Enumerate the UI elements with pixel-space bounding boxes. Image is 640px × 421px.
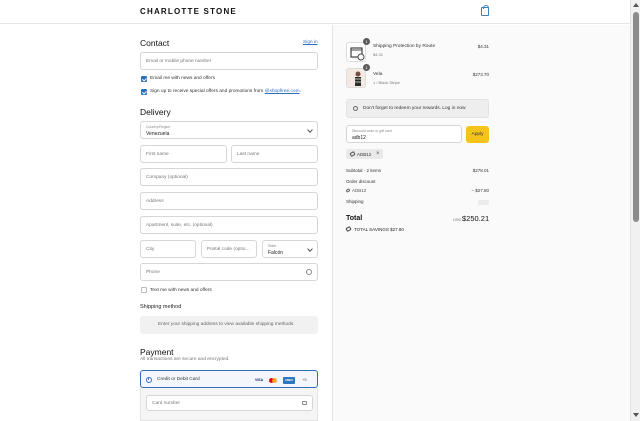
scroll-thumb[interactable] <box>633 12 639 222</box>
country-label: Country/Region <box>146 124 171 129</box>
postal-code-field[interactable]: Postal code (optio… <box>201 240 257 258</box>
first-name-field[interactable]: First name <box>140 145 227 163</box>
sign-in-link[interactable]: Sign in <box>303 40 318 45</box>
shipping-value-placeholder <box>478 200 489 205</box>
company-placeholder: Company (optional) <box>146 174 188 180</box>
discount-code-field[interactable]: Discount code or gift card adb12 <box>346 125 462 143</box>
card-number-field[interactable]: Card number <box>146 395 313 411</box>
text-news-checkbox[interactable] <box>141 287 147 293</box>
mastercard-icon <box>269 377 277 383</box>
savings-value: $27.80 <box>390 227 404 232</box>
rewards-notice: Don't forget to redeem your rewards. Log… <box>346 99 489 118</box>
email-news-checkbox[interactable] <box>141 76 147 82</box>
item-name: Vela <box>373 72 383 77</box>
last-name-placeholder: Last name <box>237 151 260 157</box>
shipping-method-info: Enter your shipping address to view avai… <box>140 316 318 334</box>
apartment-field[interactable]: Apartment, suite, etc. (optional) <box>140 216 318 234</box>
email-placeholder: Email or mobile phone number <box>146 58 212 64</box>
postal-placeholder: Postal code (optio… <box>207 246 251 252</box>
order-discount-label: Order discount <box>346 179 376 184</box>
savings-label: TOTAL SAVINGS <box>354 227 389 232</box>
phone-placeholder: Phone <box>146 269 160 275</box>
product-photo <box>347 69 365 87</box>
visa-icon: VISA <box>255 378 264 382</box>
scroll-down-arrow-icon[interactable] <box>633 413 639 417</box>
total-value: $250.21 <box>462 214 490 223</box>
company-field[interactable]: Company (optional) <box>140 168 318 186</box>
text-news-label: Text me with news and offers <box>150 288 212 293</box>
item-qty-badge: 1 <box>363 38 370 45</box>
route-package-icon <box>350 47 365 61</box>
country-select[interactable]: Country/Region Venezuela <box>140 121 318 139</box>
shipping-method-message: Enter your shipping address to view avai… <box>158 322 295 327</box>
discount-amount: − $27.80 <box>471 188 489 193</box>
phone-field[interactable]: Phone <box>140 263 318 281</box>
address-placeholder: Address <box>146 198 164 204</box>
last-name-field[interactable]: Last name <box>231 145 318 163</box>
item-qty-badge: 1 <box>363 64 370 71</box>
item-name: Shipping Protection by Route <box>373 44 436 49</box>
discount-code-row: ADB12 <box>352 188 367 193</box>
shipping-label: Shipping <box>346 199 364 204</box>
signup-link[interactable]: @shopfiree.com <box>265 89 300 94</box>
applied-code-label: ADB12 <box>357 151 372 157</box>
signup-text: Sign up to receive special offers and pr… <box>150 89 265 94</box>
route-thumbnail <box>346 42 366 62</box>
discount-value: adb12 <box>352 134 366 141</box>
item-variant: 1 / Black Stripe <box>373 80 400 85</box>
tag-icon <box>349 150 356 157</box>
scroll-up-arrow-icon[interactable] <box>633 3 639 7</box>
brand-logo[interactable]: CHARLOTTE STONE <box>140 7 237 16</box>
remove-discount-icon[interactable]: × <box>376 151 380 157</box>
bag-icon[interactable] <box>481 5 489 16</box>
card-number-placeholder: Card number <box>152 400 180 406</box>
state-label: State <box>268 243 277 248</box>
total-label: Total <box>346 215 363 222</box>
chevron-down-icon <box>307 127 313 133</box>
total-savings: TOTAL SAVINGS $27.80 <box>354 227 404 232</box>
page-scrollbar[interactable] <box>630 0 640 421</box>
rewards-message[interactable]: Don't forget to redeem your rewards. Log… <box>363 106 466 111</box>
applied-discount-tag: ADB12 × <box>346 149 383 159</box>
site-header: CHARLOTTE STONE <box>0 0 630 24</box>
info-icon <box>353 106 358 111</box>
vela-thumbnail <box>346 68 366 88</box>
address-field[interactable]: Address <box>140 192 318 210</box>
payment-subtitle: All transactions are secure and encrypte… <box>140 357 230 362</box>
email-news-label: Email me with news and offers <box>150 76 215 81</box>
subtotal-label: Subtotal · 2 items <box>346 168 382 173</box>
signup-checkbox[interactable] <box>141 89 147 95</box>
city-field[interactable]: City <box>140 240 196 258</box>
lock-icon <box>302 401 307 405</box>
state-value: Falcón <box>268 249 284 256</box>
country-value: Venezuela <box>146 130 170 137</box>
amex-icon: AMEX <box>283 376 295 384</box>
more-cards-badge: +5 <box>302 377 307 382</box>
help-icon[interactable] <box>306 269 312 275</box>
signup-suffix: . <box>299 89 301 94</box>
contact-heading: Contact <box>140 38 170 48</box>
credit-card-label: Credit or Debit Card <box>157 377 200 382</box>
apply-button[interactable]: Apply <box>466 126 489 143</box>
item-price: $4.31 <box>477 44 489 49</box>
subtotal-value: $278.01 <box>472 168 489 173</box>
radio-selected-icon[interactable] <box>146 376 152 383</box>
card-form: Card number <box>140 388 318 421</box>
delivery-heading: Delivery <box>140 107 171 117</box>
payment-heading: Payment <box>140 347 174 357</box>
signup-label: Sign up to receive special offers and pr… <box>150 89 301 94</box>
chevron-down-icon <box>307 246 313 252</box>
state-select[interactable]: State Falcón <box>262 240 318 258</box>
city-placeholder: City <box>146 246 155 252</box>
discount-label: Discount code or gift card <box>352 128 392 133</box>
item-variant: $4.31 <box>373 52 384 57</box>
currency-label: USD <box>453 217 462 222</box>
first-name-placeholder: First name <box>146 151 169 157</box>
email-field[interactable]: Email or mobile phone number <box>140 52 318 70</box>
shipping-method-heading: Shipping method <box>140 304 182 310</box>
credit-card-option[interactable]: Credit or Debit Card VISA AMEX +5 <box>140 370 318 388</box>
apartment-placeholder: Apartment, suite, etc. (optional) <box>146 222 213 228</box>
item-price: $273.70 <box>472 72 489 77</box>
